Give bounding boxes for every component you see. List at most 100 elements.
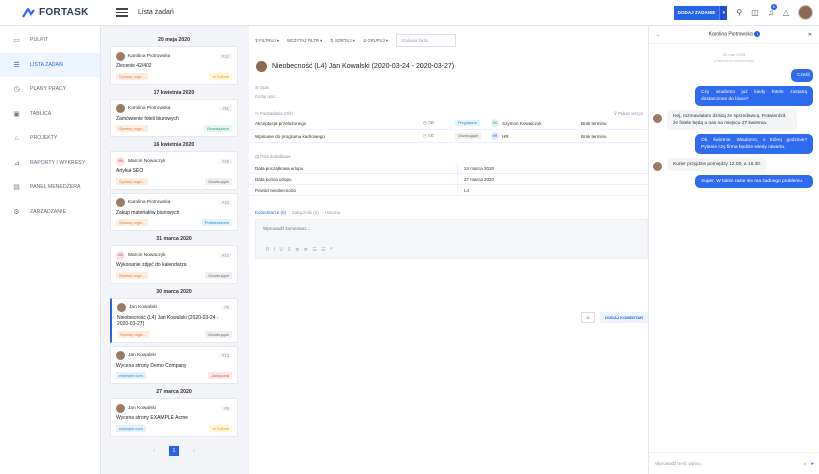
- chat-input-bar: Wprowadź treść wpisu... ⌀ ➤: [649, 452, 819, 474]
- group-button[interactable]: ⊜ GRUPUJ ▾: [363, 38, 388, 43]
- attach-icon[interactable]: ⌀: [581, 312, 596, 323]
- send-icon[interactable]: ➤: [810, 461, 814, 467]
- subtask-assignee[interactable]: HR HR: [491, 132, 581, 140]
- close-icon[interactable]: ✕: [808, 32, 812, 38]
- card-header: Jan Kowalski #9: [117, 303, 232, 313]
- tab-2[interactable]: Historia: [325, 210, 340, 215]
- filter-button[interactable]: ⊽ FILTRUJ ▾: [255, 38, 279, 43]
- avatar: [117, 303, 126, 312]
- status-badge: Oczekujące: [205, 330, 232, 338]
- card-tags: Sprawy orga... Oczekujące: [116, 177, 232, 185]
- field-value[interactable]: L4: [458, 188, 469, 193]
- subtask-name[interactable]: Wpisanie do programu kadrowego: [255, 134, 423, 139]
- sidebar-item-list[interactable]: ☰ LISTA ZADAŃ: [0, 52, 100, 77]
- task-card[interactable]: Jan Kowalski #8 Wycena strony EXAMPLE Acme…: [110, 398, 238, 437]
- sidebar-item-board[interactable]: ▣ TABLICA: [0, 102, 100, 127]
- card-user: Jan Kowalski: [129, 305, 157, 310]
- project-tag[interactable]: example.com: [116, 424, 146, 432]
- add-task-button[interactable]: DODAJ ZADANIE ▾: [673, 5, 728, 20]
- attach-icon[interactable]: ⌀: [804, 461, 807, 467]
- sidebar-item-chart[interactable]: ⊿ RAPORTY I WYKRESY: [0, 151, 100, 176]
- pagination-next[interactable]: ›: [193, 448, 195, 454]
- sidebar-item-gear[interactable]: ⚙ ZARZĄDZANIE: [0, 200, 100, 225]
- board-icon: ▣: [13, 110, 20, 118]
- project-tag[interactable]: Sprawy orga...: [116, 72, 148, 80]
- sidebar-item-label: PLANY PRACY: [30, 86, 67, 93]
- add-task-label[interactable]: DODAJ ZADANIE: [673, 5, 720, 20]
- status-badge: Zwrócona: [208, 372, 232, 379]
- subtask-due[interactable]: Brak terminu: [581, 134, 607, 139]
- sidebar-item-label: PANEL MENEDŻERA: [30, 184, 81, 191]
- comment-input[interactable]: Wprowadź komentarz...: [256, 220, 647, 237]
- project-tag[interactable]: Sprawy orga...: [116, 271, 148, 279]
- subtask-assignee[interactable]: SK Szymon Kowalczyk: [491, 119, 581, 127]
- task-card[interactable]: Jan Kowalski #13 Wycena strony Demo Compan…: [110, 345, 238, 384]
- project-tag[interactable]: Sprawy orga...: [117, 330, 149, 338]
- notification-badge: 6: [770, 4, 777, 10]
- editor-toolbar[interactable]: B I U S ≣ ≣ ☰ ☰ ❞: [266, 247, 334, 253]
- bell-icon[interactable]: ♫ 6: [768, 4, 777, 17]
- load-filter-button[interactable]: WCZYTAJ FILTR ▾: [287, 38, 322, 43]
- alert-icon[interactable]: △: [783, 8, 789, 17]
- search-icon[interactable]: ⚲: [736, 8, 742, 17]
- pagination-page[interactable]: 1: [169, 445, 179, 456]
- project-tag[interactable]: example.com: [116, 372, 146, 379]
- add-comment-button[interactable]: DODAJ KOMENTAR: [600, 312, 648, 323]
- subtask-due[interactable]: Brak terminu: [581, 121, 607, 126]
- avatar: MN: [116, 250, 125, 260]
- card-id: #9: [221, 305, 232, 310]
- logo[interactable]: FORTASK: [0, 7, 100, 18]
- project-tag[interactable]: Sprawy orga...: [116, 219, 148, 226]
- field-value[interactable]: 27 marca 2020: [458, 177, 494, 182]
- user-avatar[interactable]: [798, 5, 813, 20]
- menu-toggle-icon[interactable]: [116, 8, 128, 17]
- task-card[interactable]: Karolina Piotrowska #12 Zlecenie 42/402 Spr…: [110, 46, 238, 85]
- pagination-prev[interactable]: ‹: [153, 448, 155, 454]
- sort-button[interactable]: ⇅ SORTUJ ▾: [330, 38, 355, 43]
- project-tag[interactable]: Sprawy orga...: [116, 125, 148, 132]
- field-value[interactable]: 24 marca 2020: [458, 166, 494, 171]
- card-title: Zlecenie 42/402: [116, 63, 152, 69]
- card-user: Jan Kowalski: [128, 353, 156, 358]
- card-header: Jan Kowalski #8: [116, 403, 232, 413]
- tab-0[interactable]: Komentarze (0): [255, 210, 286, 215]
- subtask-row[interactable]: Akceptacja przełożonego ◷ ⊡0 Przypisane SK S…: [249, 117, 648, 130]
- sidebar-item-briefcase[interactable]: ⌂ PROJEKTY: [0, 126, 100, 151]
- task-card[interactable]: Karolina Piotrowska #11 Zamówienie foteli …: [110, 98, 238, 137]
- received-message: Kurier przyjdzie pomiędzy 12.00, a 15.30…: [667, 158, 768, 171]
- comment-editor[interactable]: Wprowadź komentarz... B I U S ≣ ≣ ☰ ☰ ❞: [255, 219, 648, 259]
- task-card[interactable]: MN Marcin Nowaczyk #14 Wykonanie zdjęć do k…: [110, 245, 238, 284]
- card-header: Karolina Piotrowska #12: [116, 51, 232, 61]
- project-tag[interactable]: Sprawy orga...: [116, 177, 148, 185]
- sidebar: ▭ PULPIT ☰ LISTA ZADAŃ ◷ PLANY PRACY ▣ TABLICA ⌂…: [0, 26, 101, 474]
- date-header: 30 marca 2020: [156, 288, 192, 295]
- card-user: Marcin Nowaczyk: [128, 252, 166, 258]
- card-title: Wycena strony EXAMPLE Acme: [116, 415, 188, 421]
- tab-1[interactable]: Załączniki (0): [292, 210, 319, 215]
- subtask-name[interactable]: Akceptacja przełożonego: [255, 121, 423, 126]
- sidebar-item-clock[interactable]: ◷ PLANY PRACY: [0, 77, 100, 102]
- subtask-status: Oczekujące: [455, 133, 491, 139]
- task-title[interactable]: Nieobecność (L4) Jan Kowalski (2020-03-2…: [272, 63, 454, 70]
- subtasks-label: ☷ Podzadania (0/2): [255, 111, 293, 116]
- card-tags: Sprawy orga... Oczekujące: [116, 271, 232, 279]
- description-input[interactable]: Dodaj opis...: [249, 94, 648, 99]
- avatar: [116, 198, 125, 207]
- task-card[interactable]: Karolina Piotrowska #10 Zakup materiałów b…: [110, 192, 238, 231]
- sidebar-item-monitor[interactable]: ▭ PULPIT: [0, 28, 100, 53]
- status-badge: Potwierdzone: [201, 219, 232, 226]
- info-icon[interactable]: i: [754, 31, 761, 38]
- show-all-toggle[interactable]: ⊽ Pokaż wszys: [608, 111, 643, 117]
- chat-contact-name: Karolina Piotrowska i: [661, 31, 808, 38]
- sent-message: Super. W takim razie nie ma żadnego prob…: [695, 175, 813, 188]
- card-tags: example.com W trakcie: [116, 424, 232, 432]
- task-card[interactable]: Jan Kowalski #9 Nieobecność (L4) Jan Kowal…: [110, 297, 238, 343]
- status-badge: W trakcie: [209, 424, 232, 432]
- add-task-dropdown[interactable]: ▾: [719, 5, 728, 20]
- chat-input[interactable]: Wprowadź treść wpisu...: [655, 461, 804, 466]
- sidebar-item-manager[interactable]: ▤ PANEL MENEDŻERA: [0, 175, 100, 200]
- subtask-row[interactable]: Wpisanie do programu kadrowego ◷ ⊡0 Oczeku…: [249, 130, 648, 143]
- chat-icon[interactable]: ◫: [751, 8, 759, 17]
- search-input[interactable]: Szukana fraza: [395, 34, 456, 47]
- task-card[interactable]: MN Marcin Nowaczyk #15 Artykuł SEO Sprawy or…: [110, 151, 238, 190]
